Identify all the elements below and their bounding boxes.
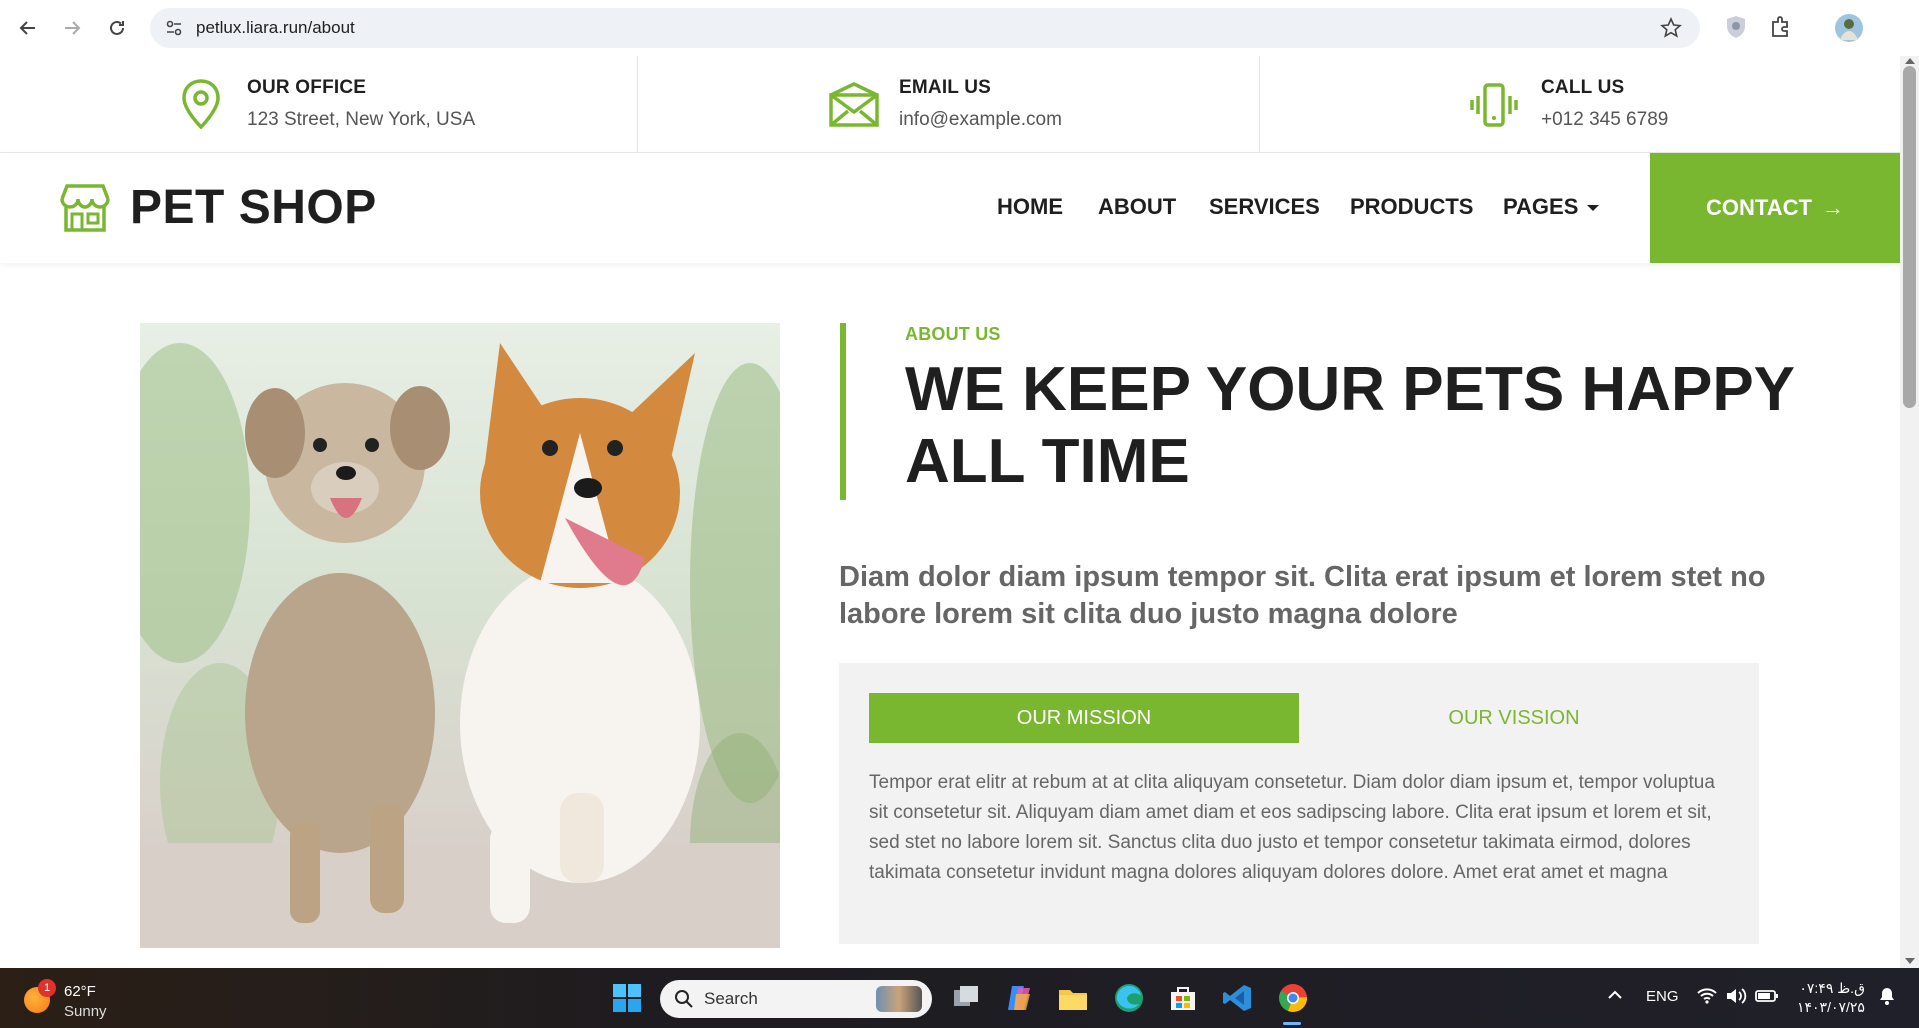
brand-name[interactable]: PET SHOP (130, 180, 377, 235)
contact-button[interactable]: CONTACT → (1650, 153, 1900, 263)
search-icon (674, 989, 694, 1014)
edge-browser-icon[interactable] (1113, 982, 1145, 1014)
office-info: OUR OFFICE 123 Street, New York, USA (0, 56, 638, 153)
web-page: OUR OFFICE 123 Street, New York, USA EMA… (0, 56, 1900, 968)
taskbar-search[interactable]: Search (660, 980, 932, 1018)
arrow-right-icon: → (1821, 195, 1844, 220)
section-lead: Diam dolor diam ipsum tempor sit. Clita … (839, 561, 1766, 630)
clock-time: ۰۷:۴۹ ق.ظ (1799, 980, 1865, 996)
microsoft-store-icon[interactable] (1167, 982, 1199, 1014)
nav-services[interactable]: SERVICES (1209, 194, 1320, 220)
url-text[interactable]: petlux.liara.run/about (196, 18, 355, 38)
section-title: WE KEEP YOUR PETS HAPPY ALL TIME (905, 355, 1794, 496)
nav-products[interactable]: PRODUCTS (1350, 194, 1473, 220)
scrollbar-thumb[interactable] (1903, 66, 1916, 408)
system-clock[interactable]: ۰۷:۴۹ ق.ظ ۱۴۰۳/۰۷/۲۵ (1797, 979, 1865, 1017)
email-title: EMAIL US (899, 77, 992, 98)
email-address[interactable]: info@example.com (899, 109, 1062, 131)
site-settings-icon[interactable] (164, 18, 184, 43)
email-info: EMAIL US info@example.com (638, 56, 1260, 153)
phone-vibrate-icon (1468, 82, 1520, 133)
browser-toolbar: petlux.liara.run/about (0, 0, 1919, 56)
phone-number[interactable]: +012 345 6789 (1541, 109, 1668, 131)
bookmark-star-icon[interactable] (1660, 17, 1682, 44)
weather-temperature: 62°F (64, 983, 96, 1000)
section-eyebrow: ABOUT US (905, 324, 1001, 344)
nav-pages[interactable]: PAGES (1503, 194, 1599, 220)
caret-down-icon (1586, 205, 1599, 212)
dogs-photo (140, 323, 780, 948)
chrome-icon[interactable] (1277, 982, 1309, 1014)
shop-logo-icon[interactable] (58, 183, 112, 238)
search-highlight-icon (876, 986, 922, 1012)
reload-icon[interactable] (103, 14, 131, 42)
scroll-up-icon[interactable] (1905, 58, 1915, 64)
nav-pages-label: PAGES (1503, 194, 1579, 219)
nav-about[interactable]: ABOUT (1098, 194, 1176, 220)
address-bar[interactable]: petlux.liara.run/about (150, 8, 1700, 48)
clock-date: ۱۴۰۳/۰۷/۲۵ (1797, 999, 1865, 1015)
call-title: CALL US (1541, 77, 1625, 98)
main-navbar: PET SHOP HOME ABOUT SERVICES PRODUCTS PA… (0, 153, 1900, 263)
battery-icon[interactable] (1755, 987, 1779, 1009)
task-view-icon[interactable] (950, 982, 982, 1014)
forward-icon[interactable] (58, 14, 86, 42)
tab-our-vission[interactable]: OUR VISSION (1299, 693, 1729, 743)
chevron-up-icon[interactable] (1606, 986, 1624, 1008)
envelope-icon (828, 82, 880, 133)
office-address: 123 Street, New York, USA (247, 109, 476, 130)
accent-bar (840, 323, 846, 500)
tab-content: Tempor erat elitr at rebum at at clita a… (869, 772, 1715, 883)
wifi-icon[interactable] (1696, 986, 1718, 1010)
file-explorer-icon[interactable] (1057, 982, 1089, 1014)
windows-start-icon[interactable] (611, 982, 643, 1014)
extensions-puzzle-icon[interactable] (1768, 14, 1794, 45)
vscode-icon[interactable] (1222, 982, 1254, 1014)
copilot-icon[interactable] (1004, 982, 1036, 1014)
search-label: Search (704, 989, 758, 1008)
shield-extension-icon[interactable] (1724, 14, 1748, 45)
contact-label: CONTACT (1706, 195, 1812, 220)
page-scrollbar[interactable] (1900, 56, 1919, 968)
office-title: OUR OFFICE (247, 77, 367, 98)
map-pin-icon (180, 78, 222, 135)
notification-bell-icon[interactable] (1877, 986, 1897, 1010)
language-indicator[interactable]: ENG (1646, 988, 1679, 1005)
profile-avatar[interactable] (1834, 13, 1864, 48)
os-taskbar: 1 62°F Sunny Search ENG ۰۷:۴۹ ق.ظ ۱۴۰۳/۰… (0, 968, 1919, 1028)
mission-vision-tabs: OUR MISSION OUR VISSION Tempor erat elit… (839, 663, 1759, 944)
contact-info-bar: OUR OFFICE 123 Street, New York, USA EMA… (0, 56, 1900, 153)
notification-badge: 1 (38, 979, 56, 997)
weather-condition: Sunny (64, 1003, 107, 1020)
nav-home[interactable]: HOME (997, 194, 1063, 220)
volume-icon[interactable] (1725, 986, 1747, 1010)
call-info: CALL US +012 345 6789 (1260, 56, 1900, 153)
active-app-indicator (1283, 1022, 1301, 1025)
back-icon[interactable] (14, 14, 42, 42)
scroll-down-icon[interactable] (1905, 958, 1915, 964)
tab-our-mission[interactable]: OUR MISSION (869, 693, 1299, 743)
